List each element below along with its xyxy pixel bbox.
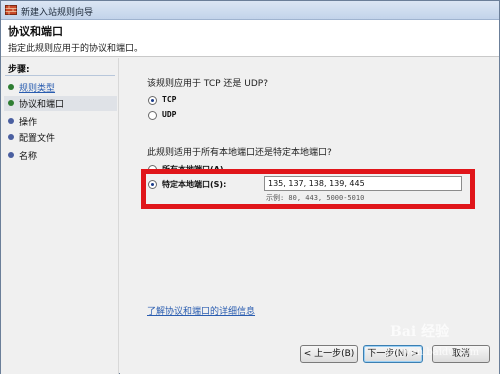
step-name: 名称 [4,148,117,163]
step-action: 操作 [4,114,117,129]
steps-heading: 步骤: [8,65,30,75]
learn-more-link[interactable]: 了解协议和端口的详细信息 [147,304,255,317]
protocol-question: 该规则应用于 TCP 还是 UDP? [147,79,268,89]
step-protocol-ports[interactable]: 协议和端口 [4,96,117,111]
cancel-button[interactable]: 取消 [432,345,490,363]
step-profile: 配置文件 [4,130,117,145]
page-description: 指定此规则应用于的协议和端口。 [8,44,144,54]
step-rule-type[interactable]: 规则类型 [4,80,117,95]
step-label: 规则类型 [19,84,56,94]
udp-label: UDP [162,110,177,119]
step-bullet-icon [8,152,14,158]
step-label: 操作 [19,118,38,128]
step-bullet-icon [8,118,14,124]
steps-divider [5,75,115,76]
next-button[interactable]: 下一步(N) > [363,345,423,363]
step-bullet-icon [8,84,14,90]
tcp-label: TCP [162,95,177,104]
page-title: 协议和端口 [8,25,63,38]
ports-question: 此规则适用于所有本地端口还是特定本地端口? [147,148,332,158]
firewall-icon [5,5,17,15]
red-highlight-box [141,169,475,209]
radio-unchecked-icon [148,111,157,120]
udp-radio[interactable]: UDP [148,110,208,122]
title-bar: 新建入站规则向导 [1,1,499,20]
tcp-radio[interactable]: TCP [148,95,208,107]
step-label: 协议和端口 [19,100,65,110]
wizard-header: 协议和端口 指定此规则应用于的协议和端口。 [1,20,499,57]
back-button[interactable]: < 上一步(B) [300,345,358,363]
steps-panel: 步骤: 规则类型 协议和端口 操作 配置文件 名称 [1,58,119,374]
step-label: 配置文件 [19,134,56,144]
window-title: 新建入站规则向导 [21,8,94,18]
radio-checked-icon [148,96,157,105]
step-bullet-icon [8,100,14,106]
step-bullet-icon [8,134,14,140]
step-label: 名称 [19,152,38,162]
wizard-window: 新建入站规则向导 协议和端口 指定此规则应用于的协议和端口。 步骤: 规则类型 … [0,0,500,374]
